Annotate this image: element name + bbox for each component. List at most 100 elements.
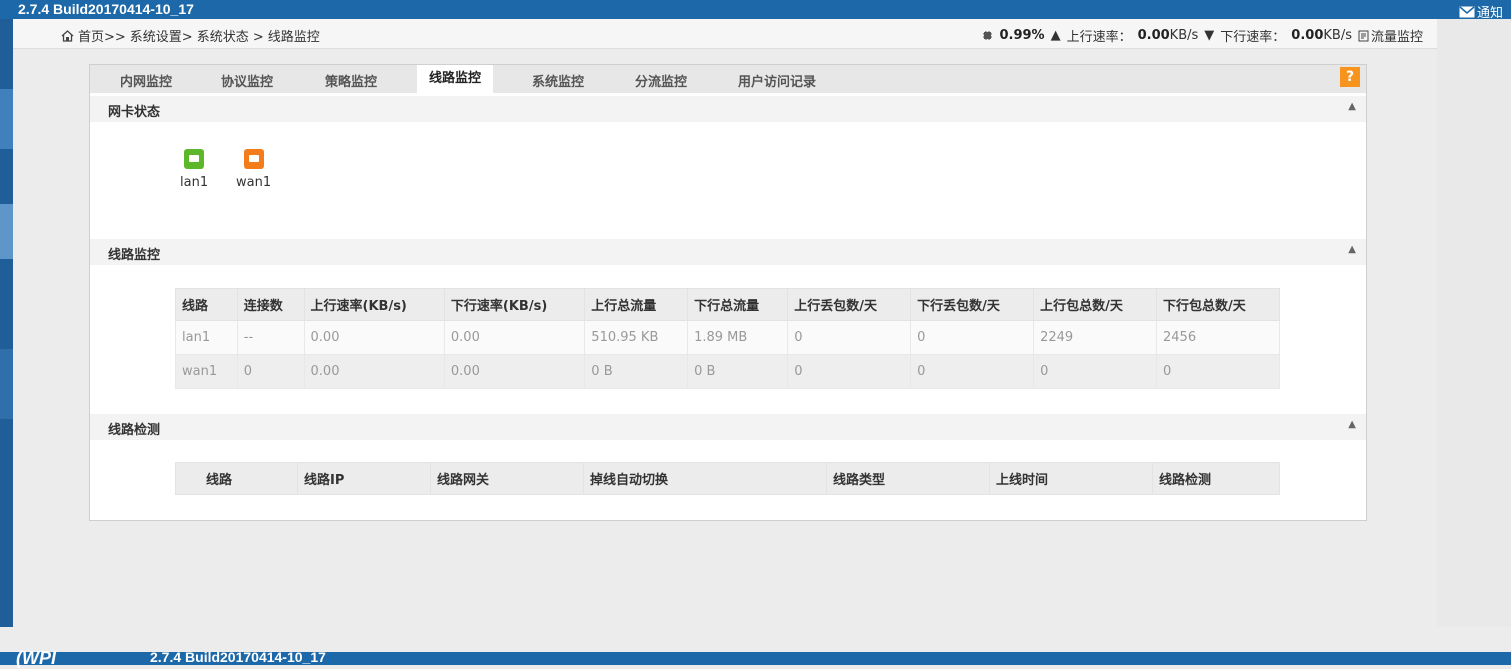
column-header: 上行总流量 — [584, 288, 689, 321]
column-header: 上行包总数/天 — [1033, 288, 1158, 321]
upload-rate-value: 0.00 — [1137, 28, 1170, 43]
collapse-icon[interactable]: ▲︎ — [1348, 101, 1356, 112]
build-version: 2.7.4 Build20170414-10_17 — [18, 1, 194, 17]
help-button[interactable]: ? — [1340, 67, 1360, 87]
breadcrumb-home[interactable]: 首页>> — [78, 26, 126, 45]
column-header: 线路IP — [297, 462, 431, 495]
tab-line-monitor[interactable]: 线路监控 — [417, 65, 494, 93]
table-cell: -- — [236, 320, 305, 355]
upload-rate-unit: KB/s — [1169, 28, 1199, 43]
tab-policy-monitor[interactable]: 策略监控 — [325, 71, 377, 90]
column-header: 上行速率(KB/s) — [303, 288, 445, 321]
download-rate-unit: KB/s — [1323, 28, 1352, 43]
line-check-table: 线路 线路IP 线路网关 掉线自动切换 线路类型 上线时间 线路检测 — [175, 462, 1280, 495]
traffic-monitor-icon — [1358, 30, 1369, 41]
cpu-icon — [983, 31, 993, 40]
footer-build-version: 2.7.4 Build20170414-10_17 — [150, 649, 326, 665]
column-header: 下行包总数/天 — [1156, 288, 1280, 321]
breadcrumb: 首页>> 系统设置> 系统状态 > 线路监控 — [61, 26, 320, 45]
column-header: 线路 — [175, 462, 298, 495]
table-cell: 0 — [787, 320, 912, 355]
line-monitor-table: 线路 连接数 上行速率(KB/s) 下行速率(KB/s) 上行总流量 下行总流量… — [175, 288, 1280, 389]
column-header: 下行总流量 — [687, 288, 789, 321]
nic-status-header: 网卡状态 ▲︎ — [90, 96, 1366, 122]
status-readout: 0.99% ▲ 上行速率： 0.00 KB/s ▼ 下行速率： 0.00 KB/s … — [982, 26, 1423, 45]
sidebar-marker[interactable] — [0, 349, 13, 419]
footer-bar: (WPI 2.7.4 Build20170414-10_17 — [0, 648, 1511, 668]
line-monitor-title: 线路监控 — [108, 248, 161, 263]
table-cell: 0.00 — [303, 320, 445, 355]
column-header: 连接数 — [236, 288, 305, 321]
table-cell: 510.95 KB — [584, 320, 689, 355]
breadcrumb-system-status[interactable]: 系统状态 > — [197, 26, 264, 45]
table-cell: 0.00 — [303, 354, 445, 389]
line-check-title: 线路检测 — [108, 423, 161, 438]
right-margin — [1437, 19, 1511, 627]
nic-lan1[interactable]: lan1 — [180, 149, 208, 190]
collapse-icon[interactable]: ▲︎ — [1348, 419, 1356, 430]
column-header: 线路 — [175, 288, 238, 321]
mail-icon — [1459, 5, 1475, 17]
monitor-panel: 内网监控 协议监控 策略监控 线路监控 系统监控 分流监控 用户访问记录 ? 网… — [89, 64, 1367, 521]
traffic-monitor-label: 流量监控 — [1370, 30, 1423, 45]
download-rate-value: 0.00 — [1291, 28, 1324, 43]
breadcrumb-system-settings[interactable]: 系统设置> — [130, 26, 193, 45]
column-header: 掉线自动切换 — [583, 462, 827, 495]
table-cell: wan1 — [175, 354, 238, 389]
tab-protocol-monitor[interactable]: 协议监控 — [221, 71, 273, 90]
download-icon: ▼ — [1204, 28, 1215, 43]
column-header: 线路检测 — [1152, 462, 1280, 495]
tab-shunt-monitor[interactable]: 分流监控 — [635, 71, 687, 90]
download-rate-label: 下行速率： — [1220, 30, 1286, 45]
table-cell: 0.00 — [443, 354, 586, 389]
table-cell: 0 — [1033, 354, 1158, 389]
traffic-monitor-link[interactable]: 流量监控 — [1358, 26, 1423, 45]
column-header: 下行丢包数/天 — [910, 288, 1035, 321]
column-header: 上行丢包数/天 — [787, 288, 912, 321]
table-cell: 0 — [236, 354, 305, 389]
upload-icon: ▲ — [1050, 28, 1061, 43]
table-cell: 0 — [787, 354, 912, 389]
nic-wan1[interactable]: wan1 — [236, 149, 271, 190]
table-cell: 0 — [910, 354, 1035, 389]
table-header-row: 线路 线路IP 线路网关 掉线自动切换 线路类型 上线时间 线路检测 — [175, 462, 1280, 495]
table-cell: 2456 — [1156, 320, 1280, 355]
breadcrumb-current: 线路监控 — [267, 30, 320, 45]
table-cell: 1.89 MB — [687, 320, 789, 355]
sidebar-marker[interactable] — [0, 204, 13, 259]
table-cell: 0 B — [584, 354, 689, 389]
tab-bar: 内网监控 协议监控 策略监控 线路监控 系统监控 分流监控 用户访问记录 ? — [90, 65, 1366, 93]
column-header: 线路网关 — [430, 462, 584, 495]
nic-name: wan1 — [236, 175, 272, 190]
table-row: wan1 0 0.00 0.00 0 B 0 B 0 0 0 0 — [175, 354, 1280, 389]
column-header: 线路类型 — [826, 462, 990, 495]
collapse-icon[interactable]: ▲︎ — [1348, 244, 1356, 255]
home-icon[interactable] — [61, 29, 74, 42]
table-header-row: 线路 连接数 上行速率(KB/s) 下行速率(KB/s) 上行总流量 下行总流量… — [175, 288, 1280, 321]
brand-logo: (WPI — [16, 648, 56, 668]
column-header: 下行速率(KB/s) — [443, 288, 586, 321]
ethernet-port-icon — [243, 149, 264, 169]
tab-user-access-log[interactable]: 用户访问记录 — [738, 71, 816, 90]
tab-system-monitor[interactable]: 系统监控 — [532, 71, 584, 90]
ethernet-port-icon — [184, 149, 205, 169]
breadcrumb-bar: 首页>> 系统设置> 系统状态 > 线路监控 0.99% ▲ 上行速率： 0.0… — [13, 19, 1437, 49]
table-cell: 2249 — [1033, 320, 1158, 355]
line-monitor-header: 线路监控 ▲︎ — [90, 239, 1366, 265]
nic-name: lan1 — [180, 175, 209, 190]
left-sidebar-strip — [0, 19, 13, 627]
table-cell: 0 — [1156, 354, 1280, 389]
tab-lan-monitor[interactable]: 内网监控 — [120, 71, 172, 90]
line-check-header: 线路检测 ▲︎ — [90, 414, 1366, 440]
upload-rate-label: 上行速率： — [1066, 30, 1132, 45]
cpu-usage: 0.99% — [999, 28, 1045, 43]
sidebar-marker[interactable] — [0, 89, 13, 149]
table-cell: 0.00 — [443, 320, 586, 355]
table-cell: 0 — [910, 320, 1035, 355]
table-cell: lan1 — [175, 320, 238, 355]
top-bar: 2.7.4 Build20170414-10_17 通知 — [0, 0, 1511, 21]
table-cell: 0 B — [687, 354, 789, 389]
nic-status-title: 网卡状态 — [108, 105, 161, 120]
table-row: lan1 -- 0.00 0.00 510.95 KB 1.89 MB 0 0 … — [175, 320, 1280, 355]
column-header: 上线时间 — [989, 462, 1153, 495]
